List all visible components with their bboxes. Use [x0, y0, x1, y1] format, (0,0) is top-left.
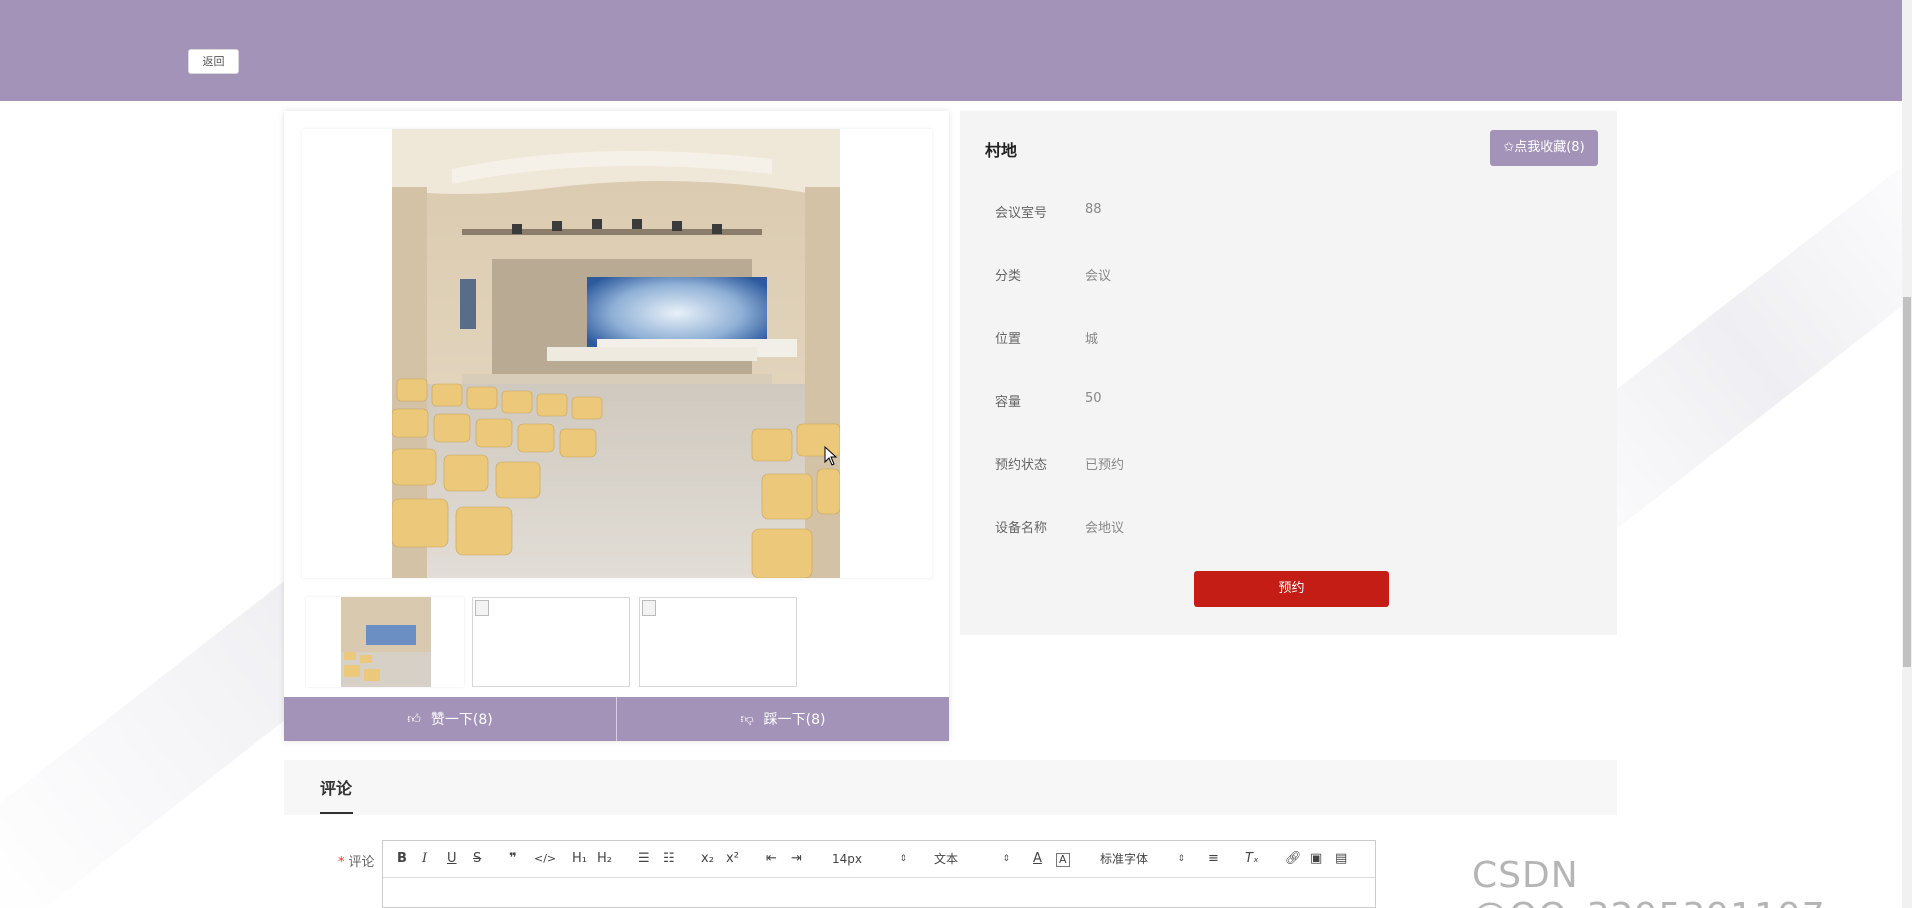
main-image-frame	[302, 129, 932, 578]
underline-icon[interactable]: U	[447, 851, 457, 867]
font-family-select[interactable]: 标准字体 ⇕	[1100, 851, 1185, 867]
dislike-label: 踩一下(8)	[763, 712, 826, 728]
strikethrough-icon[interactable]: S	[473, 851, 481, 867]
top-bar: 返回	[0, 0, 1902, 101]
detail-value: 已预约	[1085, 458, 1125, 473]
detail-key: 容量	[995, 395, 1022, 410]
subscript-icon[interactable]: x₂	[701, 851, 714, 867]
vote-bar: 👍︎ 赞一下(8) 👎︎ 踩一下(8)	[284, 697, 949, 741]
comment-editor[interactable]: B I U S ❞ </> H₁ H₂ ☰ ☷ x₂ x² ⇤ ⇥ 14px ⇕…	[382, 840, 1376, 908]
italic-icon[interactable]: I	[422, 851, 427, 867]
superscript-icon[interactable]: x²	[726, 851, 739, 867]
video-icon[interactable]: ▤	[1335, 851, 1347, 867]
main-image-auditorium	[392, 129, 840, 578]
like-button[interactable]: 👍︎ 赞一下(8)	[284, 697, 616, 741]
comments-title: 评论	[320, 779, 353, 798]
thumbnail-2[interactable]	[472, 597, 630, 687]
ordered-list-icon[interactable]: ☰	[638, 851, 650, 867]
scrollbar-thumb[interactable]	[1903, 297, 1911, 667]
detail-key: 设备名称	[995, 521, 1048, 536]
detail-key: 会议室号	[995, 206, 1048, 221]
select-arrows-icon: ⇕	[899, 854, 907, 864]
back-button[interactable]: 返回	[188, 49, 239, 74]
font-size-value: 14px	[832, 852, 862, 866]
comment-label-text: 评论	[348, 855, 375, 870]
align-icon[interactable]: ≡	[1208, 851, 1219, 867]
detail-key: 分类	[995, 269, 1022, 284]
select-arrows-icon: ⇕	[1177, 854, 1185, 864]
watermark: CSDN @QQ_3295391197	[1472, 855, 1825, 908]
like-label: 赞一下(8)	[430, 712, 493, 728]
detail-value: 88	[1085, 202, 1102, 217]
thumbs-down-icon: 👎︎	[740, 711, 754, 727]
detail-panel: 村地 ✩点我收藏(8) 会议室号 88 分类 会议 位置 城 容量 50 预约状…	[960, 111, 1617, 635]
detail-value: 会议	[1085, 269, 1112, 284]
thumbs-up-icon: 👍︎	[407, 711, 421, 727]
clear-format-icon[interactable]: Tₓ	[1245, 851, 1259, 867]
bullet-list-icon[interactable]: ☷	[663, 851, 675, 867]
book-button[interactable]: 预约	[1194, 571, 1389, 607]
dislike-button[interactable]: 👎︎ 踩一下(8)	[616, 697, 949, 741]
favorite-button[interactable]: ✩点我收藏(8)	[1490, 130, 1598, 166]
image-gallery: 👍︎ 赞一下(8) 👎︎ 踩一下(8)	[284, 111, 949, 741]
indent-icon[interactable]: ⇥	[791, 851, 802, 867]
detail-value: 城	[1085, 332, 1099, 347]
outdent-icon[interactable]: ⇤	[766, 851, 777, 867]
detail-value: 会地议	[1085, 521, 1125, 536]
editor-toolbar: B I U S ❞ </> H₁ H₂ ☰ ☷ x₂ x² ⇤ ⇥ 14px ⇕…	[383, 841, 1375, 878]
bold-icon[interactable]: B	[397, 851, 407, 867]
detail-key: 位置	[995, 332, 1022, 347]
link-icon[interactable]: 🔗︎	[1285, 851, 1302, 867]
select-arrows-icon: ⇕	[1002, 854, 1010, 864]
text-type-select[interactable]: 文本 ⇕	[934, 851, 1010, 867]
blockquote-icon[interactable]: ❞	[509, 851, 517, 867]
venue-title: 村地	[985, 141, 1018, 160]
text-type-value: 文本	[934, 852, 959, 866]
comment-field-label: * 评论	[338, 851, 375, 870]
broken-image-icon	[475, 600, 489, 616]
font-size-select[interactable]: 14px ⇕	[832, 851, 907, 867]
thumbnail-3[interactable]	[639, 597, 797, 687]
thumbnail-1[interactable]	[306, 597, 464, 687]
broken-image-icon	[642, 600, 656, 616]
image-icon[interactable]: ▣	[1310, 851, 1322, 867]
mouse-cursor-icon	[824, 445, 838, 470]
background-color-icon[interactable]: A	[1056, 853, 1070, 867]
detail-key: 预约状态	[995, 458, 1048, 473]
font-color-icon[interactable]: A	[1033, 851, 1042, 867]
heading-2-icon[interactable]: H₂	[597, 851, 612, 867]
required-mark: *	[338, 855, 345, 870]
comments-header: 评论	[284, 760, 1617, 815]
detail-value: 50	[1085, 391, 1102, 406]
font-family-value: 标准字体	[1100, 852, 1149, 866]
heading-1-icon[interactable]: H₁	[572, 851, 587, 867]
comments-tab-underline	[320, 812, 353, 814]
scrollbar[interactable]	[1902, 0, 1912, 908]
code-icon[interactable]: </>	[534, 851, 556, 867]
